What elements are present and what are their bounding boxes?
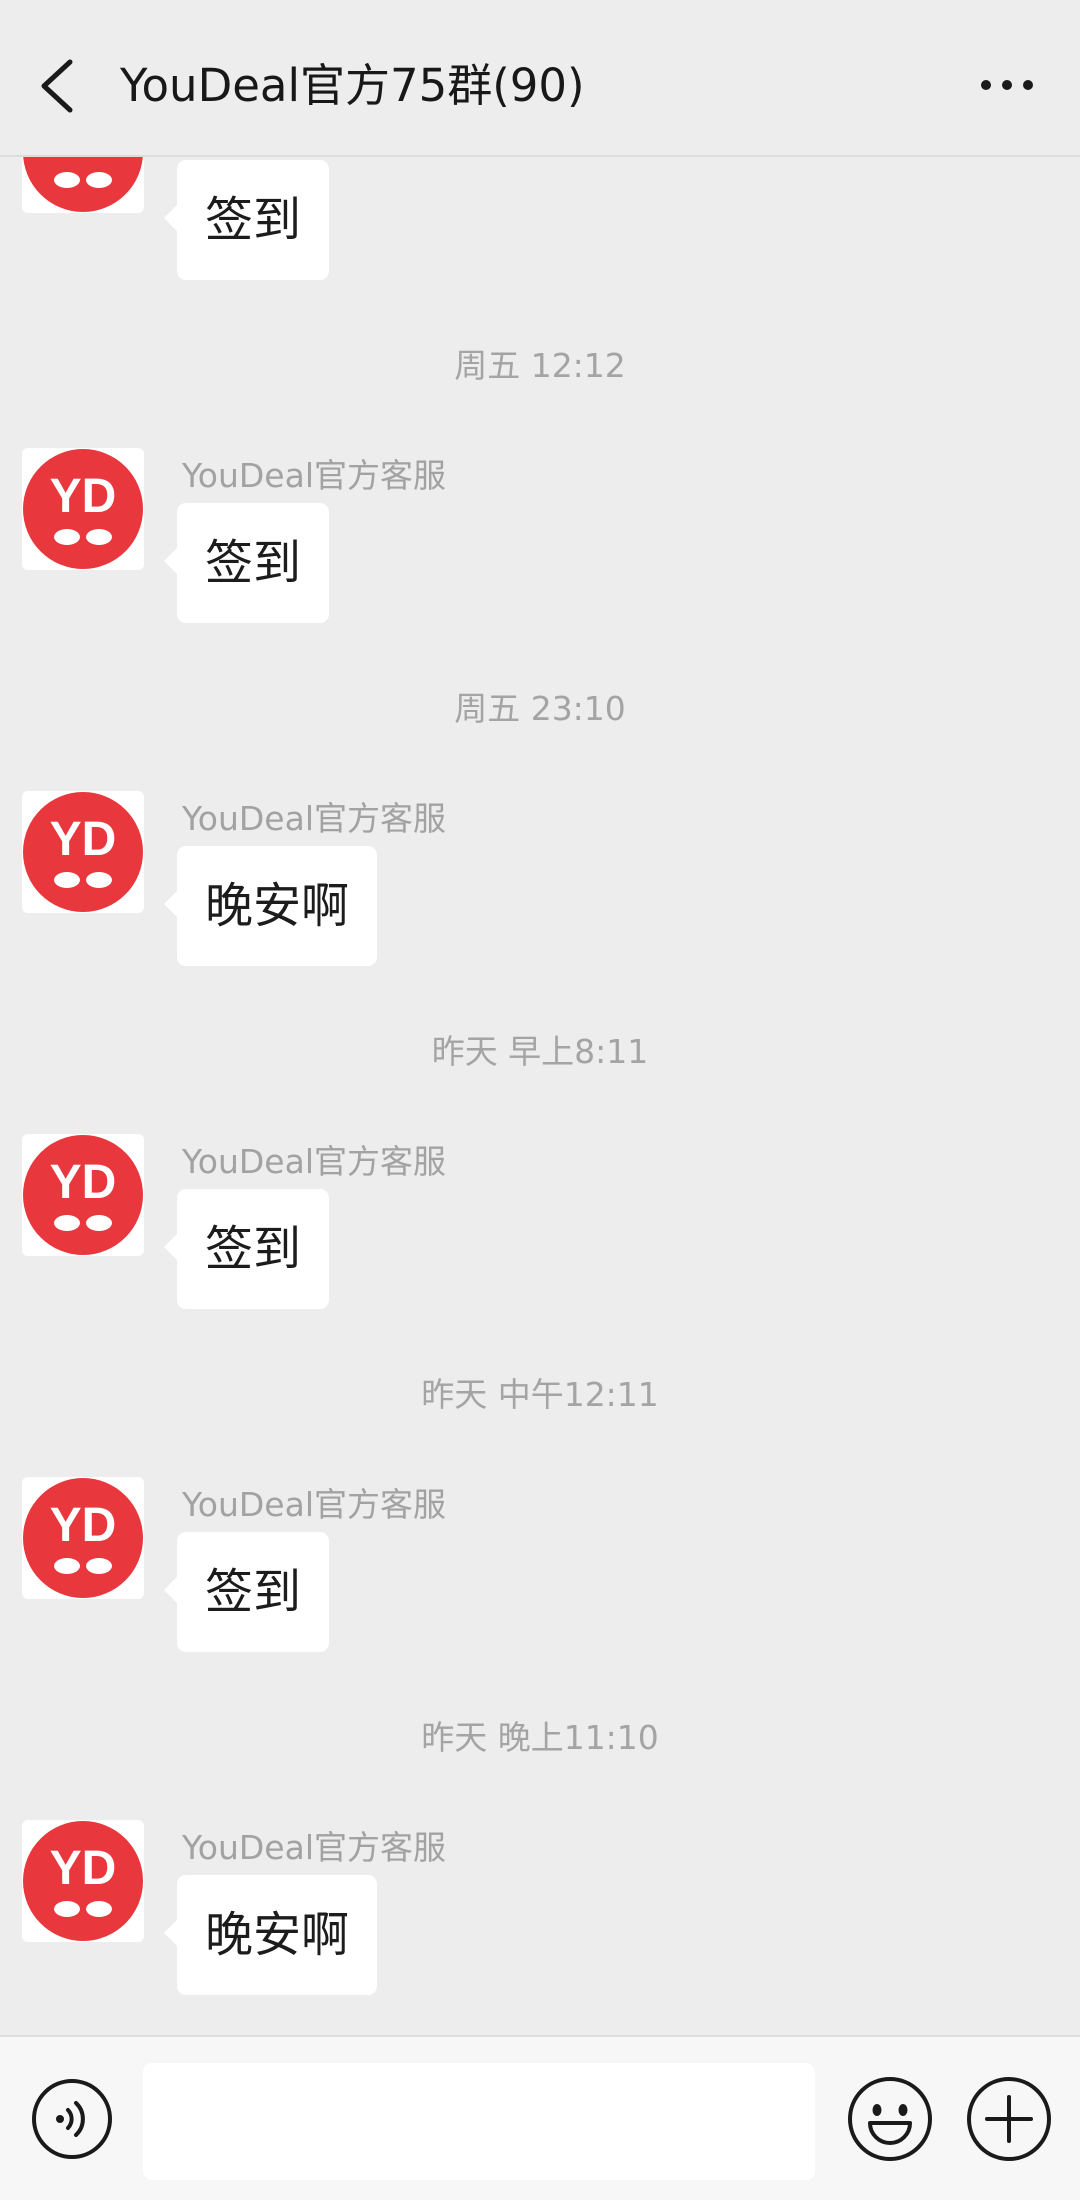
message-timestamp: 昨天 早上8:11	[431, 1032, 649, 1071]
svg-text:YD: YD	[50, 1499, 117, 1552]
more-button[interactable]	[972, 60, 1042, 110]
svg-text:YD: YD	[50, 813, 117, 866]
sender-name: YouDeal官方客服	[182, 456, 446, 495]
message-bubble[interactable]: 签到	[163, 503, 330, 623]
avatar[interactable]: YD	[22, 157, 144, 213]
message-bubble[interactable]: 签到	[163, 1189, 330, 1309]
svg-text:YD: YD	[50, 1842, 117, 1895]
avatar[interactable]: YD	[22, 791, 144, 913]
youdeal-logo-icon: YD	[23, 449, 143, 569]
voice-button[interactable]	[30, 2077, 114, 2161]
svg-text:YD: YD	[50, 470, 117, 523]
chat-header: YouDeal官方75群(90)	[0, 0, 1080, 157]
voice-icon	[32, 2079, 112, 2159]
chat-title: YouDeal官方75群(90)	[120, 59, 585, 112]
chat-message-list[interactable]: YD 签到 周五 12:12 YD YouDeal官方客服 签到 周五 23:1…	[0, 157, 1080, 2035]
back-button[interactable]	[28, 50, 88, 122]
message-timestamp: 周五 12:12	[454, 346, 626, 385]
youdeal-logo-icon: YD	[23, 1478, 143, 1598]
sender-name: YouDeal官方客服	[182, 1142, 446, 1181]
youdeal-logo-icon: YD	[23, 157, 143, 212]
sender-name: YouDeal官方客服	[182, 1485, 446, 1524]
emoji-icon	[848, 2077, 932, 2161]
emoji-button[interactable]	[846, 2075, 934, 2163]
message-bubble[interactable]: 签到	[163, 160, 330, 280]
message-input[interactable]	[143, 2063, 815, 2180]
message-bubble[interactable]: 签到	[163, 1532, 330, 1652]
message-timestamp: 昨天 晚上11:10	[421, 1718, 659, 1757]
avatar[interactable]: YD	[22, 448, 144, 570]
sender-name: YouDeal官方客服	[182, 1828, 446, 1867]
svg-text:YD: YD	[50, 157, 117, 166]
plus-icon	[967, 2077, 1051, 2161]
message-timestamp: 周五 23:10	[454, 689, 626, 728]
input-bar	[0, 2035, 1080, 2200]
avatar[interactable]: YD	[22, 1820, 144, 1942]
chevron-left-icon	[41, 59, 73, 113]
avatar[interactable]: YD	[22, 1134, 144, 1256]
message-bubble[interactable]: 晚安啊	[163, 1875, 378, 1995]
svg-text:YD: YD	[50, 1156, 117, 1209]
more-dots-icon	[981, 80, 1033, 90]
youdeal-logo-icon: YD	[23, 1821, 143, 1941]
message-timestamp: 昨天 中午12:11	[421, 1375, 659, 1414]
sender-name: YouDeal官方客服	[182, 799, 446, 838]
youdeal-logo-icon: YD	[23, 792, 143, 912]
avatar[interactable]: YD	[22, 1477, 144, 1599]
more-options-button[interactable]	[965, 2075, 1053, 2163]
youdeal-logo-icon: YD	[23, 1135, 143, 1255]
message-bubble[interactable]: 晚安啊	[163, 846, 378, 966]
